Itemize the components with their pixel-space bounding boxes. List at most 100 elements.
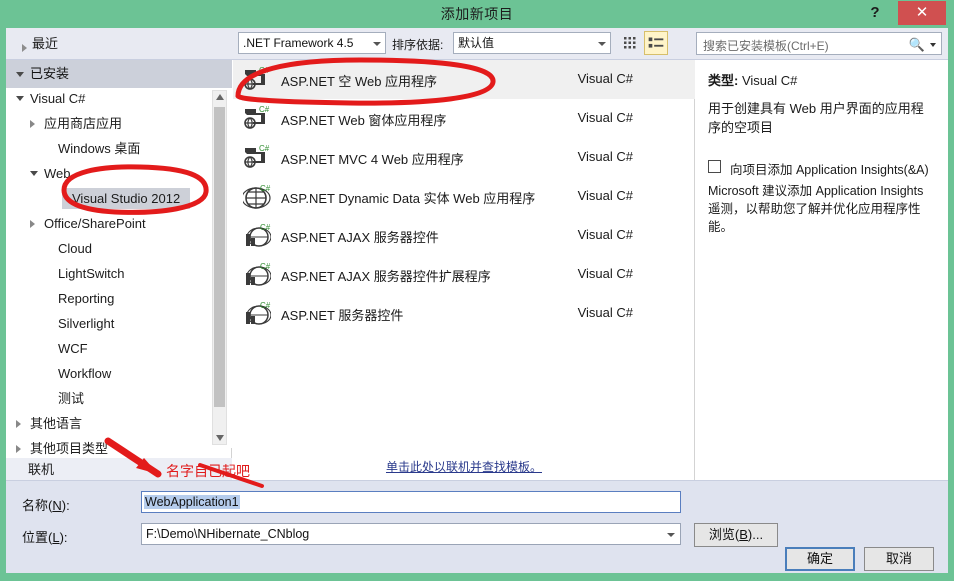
framework-version-value: .NET Framework 4.5 (243, 36, 354, 50)
template-type-value: Visual C# (741, 73, 798, 88)
server-control-icon: C# (243, 300, 272, 328)
add-new-item-dialog: 添加新项目 ? ✕ 最近 .NET Framework 4.5 排序依据: 默认… (0, 0, 954, 581)
cancel-button[interactable]: 取消 (864, 547, 934, 571)
template-type-label: 类型: (708, 73, 739, 88)
sidebar-item-label: Web (44, 166, 71, 181)
sidebar-item-label: Reporting (58, 291, 115, 306)
web-app-csharp-icon: C# (243, 66, 271, 94)
sidebar-item-5[interactable]: Office/SharePoint (6, 213, 206, 234)
sidebar-item-10[interactable]: WCF (6, 338, 206, 359)
browse-button[interactable]: 浏览(B)... (694, 523, 778, 547)
scroll-up-icon[interactable] (216, 94, 224, 100)
svg-text:C#: C# (260, 262, 271, 271)
sidebar-item-2[interactable]: Windows 桌面 (6, 138, 206, 159)
chevron-down-icon[interactable] (30, 171, 38, 176)
template-row[interactable]: C# ASP.NET Web 窗体应用程序 Visual C# (233, 99, 695, 138)
sidebar-item-label: 其他项目类型 (30, 441, 109, 456)
sort-by-label: 排序依据: (392, 38, 444, 52)
web-app-csharp-icon: C# (243, 105, 271, 133)
location-input[interactable]: F:\Demo\NHibernate_CNblog (141, 523, 681, 545)
sidebar-item-label: Visual Studio 2012 (72, 191, 181, 206)
installed-section-header[interactable]: 已安装 (6, 60, 232, 88)
search-input[interactable]: 搜索已安装模板(Ctrl+E) 🔍 (696, 32, 942, 55)
chevron-right-icon[interactable] (30, 220, 35, 228)
help-button[interactable]: ? (860, 0, 890, 25)
find-templates-online-link[interactable]: 单击此处以联机并查找模板。 (233, 458, 695, 475)
sidebar-item-4[interactable]: Visual Studio 2012 (62, 188, 191, 209)
sidebar-item-label: Visual C# (30, 91, 86, 106)
application-insights-label: 向项目添加 Application Insights(&A) (730, 163, 929, 177)
sidebar-item-13[interactable]: 其他语言 (6, 413, 206, 434)
server-control-icon: C# (243, 222, 272, 250)
sidebar-item-9[interactable]: Silverlight (6, 313, 206, 334)
sidebar-item-12[interactable]: 测试 (6, 388, 206, 409)
sidebar-item-8[interactable]: Reporting (6, 288, 206, 309)
tree-scrollbar[interactable] (212, 90, 227, 445)
sort-by-value: 默认值 (458, 36, 495, 50)
template-row[interactable]: C# ASP.NET MVC 4 Web 应用程序 Visual C# (233, 138, 695, 177)
search-placeholder: 搜索已安装模板(Ctrl+E) (703, 39, 829, 53)
toolbar: 最近 .NET Framework 4.5 排序依据: 默认值 搜索已安装模板(… (6, 28, 948, 60)
search-icon: 🔍 (908, 37, 925, 52)
template-type-row: 类型: Visual C# (708, 70, 936, 89)
framework-version-select[interactable]: .NET Framework 4.5 (238, 32, 386, 54)
scroll-down-icon[interactable] (216, 435, 224, 441)
template-language: Visual C# (577, 149, 633, 164)
sidebar-item-1[interactable]: 应用商店应用 (6, 113, 206, 134)
template-row[interactable]: C# ASP.NET AJAX 服务器控件 Visual C# (233, 216, 695, 255)
template-language: Visual C# (577, 110, 633, 125)
name-field-label: 名称(N): (22, 498, 70, 513)
close-button[interactable]: ✕ (898, 1, 946, 25)
chevron-right-icon[interactable] (16, 445, 21, 453)
chevron-down-icon[interactable] (667, 533, 675, 537)
chevron-down-icon (16, 72, 24, 77)
template-name: ASP.NET Dynamic Data 实体 Web 应用程序 (281, 191, 536, 206)
chevron-down-icon[interactable] (16, 96, 24, 101)
scrollbar-thumb[interactable] (214, 107, 225, 407)
chevron-down-icon[interactable] (930, 43, 936, 47)
template-row[interactable]: C# ASP.NET 空 Web 应用程序 Visual C# (233, 60, 695, 99)
sidebar-item-label: WCF (58, 341, 88, 356)
installed-section-label: 已安装 (30, 66, 70, 81)
template-list-panel: C# ASP.NET 空 Web 应用程序 Visual C# C# ASP.NET W… (233, 60, 695, 480)
template-name: ASP.NET 空 Web 应用程序 (281, 74, 438, 89)
sidebar-item-label: Office/SharePoint (44, 216, 146, 231)
dialog-body: 最近 .NET Framework 4.5 排序依据: 默认值 搜索已安装模板(… (6, 28, 948, 573)
chevron-down-icon (373, 42, 381, 46)
sidebar-item-recent[interactable]: 最近 (10, 32, 232, 56)
list-view-icon[interactable] (644, 31, 668, 55)
tiles-view-icon[interactable] (618, 31, 642, 55)
svg-text:C#: C# (259, 105, 270, 114)
ok-button[interactable]: 确定 (785, 547, 855, 571)
svg-text:C#: C# (259, 144, 270, 153)
sidebar-item-6[interactable]: Cloud (6, 238, 206, 259)
sidebar-item-11[interactable]: Workflow (6, 363, 206, 384)
template-language: Visual C# (577, 71, 633, 86)
application-insights-note: Microsoft 建议添加 Application Insights 遥测，以… (708, 184, 924, 234)
sidebar-item-label: Workflow (58, 366, 112, 381)
svg-text:C#: C# (260, 184, 271, 193)
sidebar-item-label: Silverlight (58, 316, 115, 331)
sidebar-item-3[interactable]: Web (6, 163, 206, 184)
name-input[interactable]: WebApplication1 (141, 491, 681, 513)
tree-scroll-area: Visual C# 应用商店应用 Windows 桌面 Web Visual Studi… (6, 88, 232, 456)
sidebar-item-label: 测试 (58, 391, 85, 406)
sidebar-item-0[interactable]: Visual C# (6, 88, 206, 109)
chevron-right-icon[interactable] (16, 420, 21, 428)
sidebar-item-online-label: 联机 (28, 462, 55, 477)
application-insights-checkbox[interactable] (708, 160, 721, 173)
web-app-csharp-icon: C# (243, 144, 271, 172)
sort-by-select[interactable]: 默认值 (453, 32, 611, 54)
sidebar-item-14[interactable]: 其他项目类型 (6, 438, 206, 459)
chevron-right-icon[interactable] (30, 120, 35, 128)
svg-text:C#: C# (259, 66, 270, 75)
sidebar-item-7[interactable]: LightSwitch (6, 263, 206, 284)
name-input-value: WebApplication1 (144, 495, 240, 509)
application-insights-checkbox-row[interactable]: 向项目添加 Application Insights(&A) (708, 159, 936, 178)
web-globe-csharp-icon: C# (241, 183, 271, 211)
template-row[interactable]: C# ASP.NET AJAX 服务器控件扩展程序 Visual C# (233, 255, 695, 294)
template-row[interactable]: C# ASP.NET 服务器控件 Visual C# (233, 294, 695, 333)
template-row[interactable]: C# ASP.NET Dynamic Data 实体 Web 应用程序 Visual… (233, 177, 695, 216)
template-language: Visual C# (577, 227, 633, 242)
sidebar-item-online[interactable]: 联机 (6, 458, 232, 482)
